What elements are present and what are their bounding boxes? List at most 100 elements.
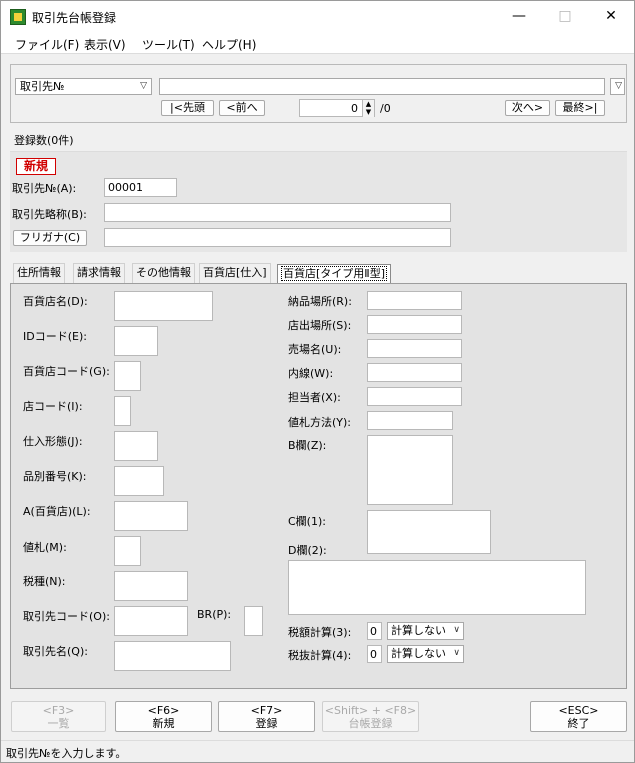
record-position-value: 0	[351, 102, 358, 115]
menu-file[interactable]: ファイル(F)	[15, 36, 79, 53]
last-record-button[interactable]: 最終>|	[555, 100, 605, 116]
customer-name-input[interactable]	[114, 641, 231, 671]
store-out-place-input[interactable]	[367, 315, 462, 334]
contact-person-input[interactable]	[367, 387, 462, 406]
maximize-button[interactable]: □	[542, 1, 588, 32]
search-dropdown-button[interactable]: ▽	[610, 78, 625, 95]
tag-method-input[interactable]	[367, 411, 453, 430]
dept-store-code-input[interactable]	[114, 361, 141, 391]
record-count: 登録数(0件)	[14, 134, 74, 147]
extension-input[interactable]	[367, 363, 462, 382]
customer-name-label: 取引先名(Q):	[23, 645, 88, 658]
store-code-label: 店コード(I):	[23, 400, 83, 413]
register-button[interactable]: <F7> 登録	[218, 701, 315, 732]
store-out-place-label: 店出場所(S):	[288, 319, 352, 332]
sales-floor-input[interactable]	[367, 339, 462, 358]
c-column-input[interactable]	[367, 510, 491, 554]
price-tag-input[interactable]	[114, 536, 141, 566]
ledger-register-button-label: 台帳登録	[348, 717, 393, 730]
tab-billing[interactable]: 請求情報	[73, 263, 125, 283]
tax-calc-label: 税額計算(3):	[288, 626, 352, 639]
furigana-input[interactable]	[104, 228, 451, 247]
customer-code-input[interactable]	[114, 606, 188, 636]
b-column-label: B欄(Z):	[288, 439, 327, 452]
close-button[interactable]: ✕	[588, 1, 634, 32]
exit-button[interactable]: <ESC> 終了	[530, 701, 627, 732]
list-button[interactable]: <F3> 一覧	[11, 701, 106, 732]
exit-button-label: 終了	[567, 717, 590, 730]
register-button-label: 登録	[255, 717, 278, 730]
tab-dept-type2-label: 百貨店[タイプ用Ⅱ型]	[281, 266, 387, 281]
c-column-label: C欄(1):	[288, 515, 326, 528]
chevron-down-icon: ▽	[140, 81, 147, 91]
delivery-place-label: 納品場所(R):	[288, 295, 352, 308]
new-button-key: <F6>	[147, 704, 180, 717]
next-record-button[interactable]: 次へ>	[505, 100, 550, 116]
new-button[interactable]: <F6> 新規	[115, 701, 212, 732]
record-total: /0	[380, 102, 391, 115]
list-button-label: 一覧	[47, 717, 70, 730]
window-title: 取引先台帳登録	[32, 11, 117, 25]
delivery-place-input[interactable]	[367, 291, 462, 310]
tab-dept-type2[interactable]: 百貨店[タイプ用Ⅱ型]	[277, 264, 391, 284]
br-input[interactable]	[244, 606, 263, 636]
menu-help[interactable]: ヘルプ(H)	[202, 36, 256, 53]
tax-calc-select-value: 計算しない	[391, 624, 446, 637]
tab-address[interactable]: 住所情報	[13, 263, 65, 283]
br-label: BR(P):	[197, 608, 232, 621]
b-column-input[interactable]	[367, 435, 453, 505]
search-key-select[interactable]: 取引先№ ▽	[15, 78, 152, 95]
ledger-register-button[interactable]: <Shift> + <F8> 台帳登録	[322, 701, 419, 732]
exit-button-key: <ESC>	[558, 704, 599, 717]
tax-type-input[interactable]	[114, 571, 188, 601]
tab-dept-purchase[interactable]: 百貨店[仕入]	[199, 263, 271, 283]
chevron-down-icon: ∨	[453, 625, 460, 635]
a-dept-store-input[interactable]	[114, 501, 188, 531]
status-text: 取引先№を入力します。	[6, 747, 127, 760]
contact-person-label: 担当者(X):	[288, 391, 341, 404]
customer-no-input[interactable]: 00001	[104, 178, 177, 197]
prev-record-button[interactable]: <前へ	[219, 100, 265, 116]
sales-floor-label: 売場名(U):	[288, 343, 342, 356]
status-bar: 取引先№を入力します。	[1, 740, 634, 762]
app-icon	[10, 9, 26, 25]
tax-excl-calc-label: 税抜計算(4):	[288, 649, 352, 662]
app-window: 取引先台帳登録 — □ ✕ ファイル(F) 表示(V) ツール(T) ヘルプ(H…	[0, 0, 635, 763]
record-position-input[interactable]: 0 ▲ ▼	[299, 99, 375, 117]
a-dept-store-label: A(百貨店)(L):	[23, 505, 91, 518]
price-tag-label: 値札(M):	[23, 541, 67, 554]
extension-label: 内線(W):	[288, 367, 334, 380]
menu-tools[interactable]: ツール(T)	[142, 36, 195, 53]
purchase-type-input[interactable]	[114, 431, 158, 461]
tag-method-label: 値札方法(Y):	[288, 416, 352, 429]
purchase-type-label: 仕入形態(J):	[23, 435, 83, 448]
search-value-input[interactable]	[159, 78, 605, 95]
spinner-icon[interactable]: ▲ ▼	[362, 100, 374, 117]
tax-excl-calc-select-value: 計算しない	[391, 647, 446, 660]
chevron-down-icon: ∨	[453, 648, 460, 658]
item-number-label: 品別番号(K):	[23, 470, 87, 483]
id-code-input[interactable]	[114, 326, 158, 356]
new-badge: 新規	[16, 158, 56, 175]
tax-excl-calc-select[interactable]: 計算しない ∨	[387, 645, 464, 663]
d-column-input[interactable]	[288, 560, 586, 615]
tab-other[interactable]: その他情報	[132, 263, 195, 283]
dept-store-name-label: 百貨店名(D):	[23, 295, 88, 308]
minimize-button[interactable]: —	[496, 1, 542, 32]
store-code-input[interactable]	[114, 396, 131, 426]
search-key-label: 取引先№	[20, 80, 65, 93]
tax-calc-code[interactable]: 0	[367, 622, 382, 640]
menu-view[interactable]: 表示(V)	[84, 36, 126, 53]
furigana-button[interactable]: フリガナ(C)	[13, 230, 87, 246]
first-record-button[interactable]: |<先頭	[161, 100, 214, 116]
list-button-key: <F3>	[42, 704, 75, 717]
short-name-label: 取引先略称(B):	[12, 208, 87, 221]
tax-calc-select[interactable]: 計算しない ∨	[387, 622, 464, 640]
title-bar: 取引先台帳登録 — □ ✕	[1, 1, 634, 32]
tax-excl-calc-code[interactable]: 0	[367, 645, 382, 663]
chevron-down-icon: ▽	[615, 81, 622, 91]
short-name-input[interactable]	[104, 203, 451, 222]
customer-no-label: 取引先№(A):	[12, 182, 77, 195]
dept-store-name-input[interactable]	[114, 291, 213, 321]
item-number-input[interactable]	[114, 466, 164, 496]
